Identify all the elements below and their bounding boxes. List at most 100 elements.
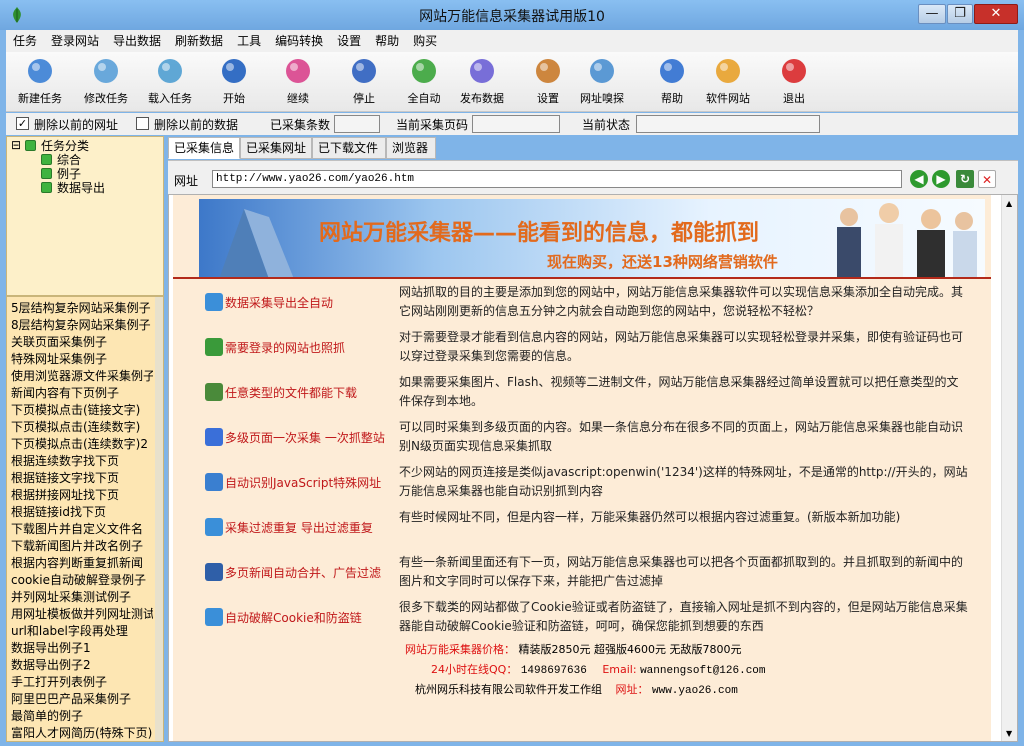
tree-child-export[interactable]: 数据导出 bbox=[57, 179, 105, 196]
list-item[interactable]: cookie自动破解登录例子 bbox=[11, 571, 153, 588]
feature-title: 数据采集导出全自动 bbox=[225, 296, 334, 310]
floppy-icon bbox=[205, 338, 223, 356]
close-button[interactable]: ✕ bbox=[974, 4, 1018, 24]
collected-count-label: 已采集条数 bbox=[270, 118, 331, 132]
toolbar-button-11[interactable]: 软件网站 bbox=[698, 56, 758, 110]
list-item[interactable]: 阿里巴巴产品采集例子 bbox=[11, 690, 153, 707]
monitor-icon bbox=[205, 563, 223, 581]
maximize-button[interactable]: ❐ bbox=[947, 4, 973, 24]
list-item[interactable]: 使用浏览器源文件采集例子 bbox=[11, 367, 153, 384]
toolbar-button-label: 停止 bbox=[353, 92, 375, 105]
feature-description: 很多下载类的网站都做了Cookie验证或者防盗链了，直接输入网址是抓不到内容的，… bbox=[399, 600, 968, 633]
list-item[interactable]: 根据链接id找下页 bbox=[11, 503, 153, 520]
list-item[interactable]: 5层结构复杂网站采集例子 bbox=[11, 299, 153, 316]
task-list-scrollbar[interactable] bbox=[155, 297, 163, 741]
delete-data-checkbox[interactable] bbox=[136, 117, 149, 130]
list-item[interactable]: 最简单的例子 bbox=[11, 707, 153, 724]
feature-description: 网站抓取的目的主要是添加到您的网站中，网站万能信息采集器软件可以实现信息采集添加… bbox=[399, 285, 964, 318]
tree-root-checkbox[interactable] bbox=[25, 140, 36, 151]
list-item[interactable]: 特殊网址采集例子 bbox=[11, 350, 153, 367]
tab-3[interactable]: 浏览器 bbox=[386, 137, 436, 159]
list-item[interactable]: 手工打开列表例子 bbox=[11, 673, 153, 690]
people-photo-icon bbox=[837, 203, 977, 279]
toolbar-button-label: 载入任务 bbox=[148, 92, 192, 105]
list-item[interactable]: 下载图片并自定义文件名 bbox=[11, 520, 153, 537]
toolbar-button-3[interactable]: 开始 bbox=[204, 56, 264, 110]
tree-child-checkbox[interactable] bbox=[41, 154, 52, 165]
list-item[interactable]: 富阳人才网简历(特殊下页) bbox=[11, 724, 153, 741]
forward-button[interactable]: ▶ bbox=[932, 170, 950, 188]
toolbar-button-4[interactable]: 继续 bbox=[268, 56, 328, 110]
toolbar-button-1[interactable]: 修改任务 bbox=[76, 56, 136, 110]
feature-title: 自动识别JavaScript特殊网址 bbox=[225, 476, 382, 490]
toolbar-button-8[interactable]: 设置 bbox=[518, 56, 578, 110]
task-tree: ⊟ 任务分类 综合 例子 数据导出 bbox=[6, 136, 164, 296]
list-item[interactable]: 根据连续数字找下页 bbox=[11, 452, 153, 469]
tab-1[interactable]: 已采集网址 bbox=[240, 137, 312, 159]
list-item[interactable]: 数据导出例子1 bbox=[11, 639, 153, 656]
tree-child-checkbox[interactable] bbox=[41, 182, 52, 193]
list-item[interactable]: 下页模拟点击(链接文字) bbox=[11, 401, 153, 418]
site-label: 网址： bbox=[615, 683, 649, 696]
tab-0[interactable]: 已采集信息 bbox=[168, 137, 240, 159]
toolbar-button-label: 新建任务 bbox=[18, 92, 62, 105]
list-item[interactable]: url和label字段再处理 bbox=[11, 622, 153, 639]
toolbar-button-9[interactable]: 网址嗅探 bbox=[572, 56, 632, 110]
list-item[interactable]: 下载新闻图片并改名例子 bbox=[11, 537, 153, 554]
list-item[interactable]: 根据拼接网址找下页 bbox=[11, 486, 153, 503]
toolbar-button-label: 退出 bbox=[783, 92, 805, 105]
toolbar-button-10[interactable]: 帮助 bbox=[642, 56, 702, 110]
list-item[interactable]: 8层结构复杂网站采集例子 bbox=[11, 316, 153, 333]
site-value[interactable]: www.yao26.com bbox=[652, 685, 738, 697]
menu-item-2[interactable]: 导出数据 bbox=[106, 30, 168, 52]
list-item[interactable]: 下页模拟点击(连续数字)2 bbox=[11, 435, 153, 452]
scroll-down-icon[interactable]: ▼ bbox=[1006, 729, 1012, 738]
toolbar-button-2[interactable]: 载入任务 bbox=[140, 56, 200, 110]
window-border bbox=[0, 742, 1024, 746]
refresh-button[interactable]: ↻ bbox=[956, 170, 974, 188]
menu-item-1[interactable]: 登录网站 bbox=[44, 30, 106, 52]
toolbar-button-12[interactable]: 退出 bbox=[764, 56, 824, 110]
scroll-up-icon[interactable]: ▲ bbox=[1006, 199, 1012, 208]
toolbar-button-label: 软件网站 bbox=[706, 92, 750, 105]
list-item[interactable]: 关联页面采集例子 bbox=[11, 333, 153, 350]
stop-button[interactable]: ✕ bbox=[978, 170, 996, 188]
list-item[interactable]: 新闻内容有下页例子 bbox=[11, 384, 153, 401]
list-item[interactable]: 并列网址采集测试例子 bbox=[11, 588, 153, 605]
toolbar-button-6[interactable]: 全自动 bbox=[394, 56, 454, 110]
menu-item-3[interactable]: 刷新数据 bbox=[168, 30, 230, 52]
contact-line: 24小时在线QQ： 1498697636 Email: wannengsoft@… bbox=[431, 661, 766, 677]
toolbar-button-label: 设置 bbox=[537, 92, 559, 105]
back-button[interactable]: ◀ bbox=[910, 170, 928, 188]
menu-item-8[interactable]: 购买 bbox=[406, 30, 444, 52]
url-input[interactable]: http://www.yao26.com/yao26.htm bbox=[212, 170, 902, 188]
list-item[interactable]: 根据链接文字找下页 bbox=[11, 469, 153, 486]
delete-urls-checkbox[interactable]: ✓ bbox=[16, 117, 29, 130]
delete-urls-label: 删除以前的网址 bbox=[34, 118, 119, 132]
list-item[interactable]: 下页模拟点击(连续数字) bbox=[11, 418, 153, 435]
menu-item-6[interactable]: 设置 bbox=[330, 30, 368, 52]
list-item[interactable]: 数据导出例子2 bbox=[11, 656, 153, 673]
feature-description: 有些一条新闻里面还有下一页，网站万能信息采集器也可以把各个页面都抓取到的。并且抓… bbox=[399, 555, 964, 588]
current-state-label: 当前状态 bbox=[582, 118, 631, 132]
globe-icon bbox=[205, 293, 223, 311]
collected-count-field bbox=[334, 115, 380, 133]
banner-subtitle: 现在购买，还送13种网络营销软件 bbox=[547, 253, 778, 271]
tree-child-checkbox[interactable] bbox=[41, 168, 52, 179]
refresh-icon bbox=[409, 56, 439, 86]
menu-item-4[interactable]: 工具 bbox=[230, 30, 268, 52]
toolbar-button-7[interactable]: 发布数据 bbox=[452, 56, 512, 110]
menu-item-5[interactable]: 编码转换 bbox=[268, 30, 330, 52]
tree-toggle[interactable]: ⊟ bbox=[11, 138, 21, 152]
tab-2[interactable]: 已下载文件 bbox=[312, 137, 386, 159]
toolbar-button-0[interactable]: 新建任务 bbox=[10, 56, 70, 110]
content-scrollbar[interactable]: ▲ ▼ bbox=[1001, 195, 1017, 741]
menu-item-7[interactable]: 帮助 bbox=[368, 30, 406, 52]
list-item[interactable]: 用网址模板做并列网址测试 bbox=[11, 605, 153, 622]
list-item[interactable]: 根据内容判断重复抓新闻 bbox=[11, 554, 153, 571]
menu-item-0[interactable]: 任务 bbox=[6, 30, 44, 52]
toolbar-button-label: 修改任务 bbox=[84, 92, 128, 105]
minimize-button[interactable]: — bbox=[918, 4, 946, 24]
toolbar-button-5[interactable]: 停止 bbox=[334, 56, 394, 110]
current-state-field bbox=[636, 115, 820, 133]
